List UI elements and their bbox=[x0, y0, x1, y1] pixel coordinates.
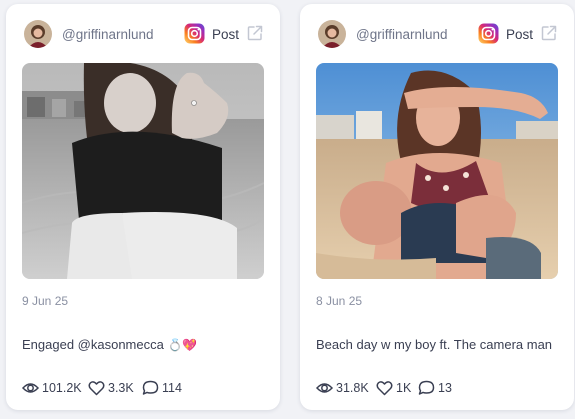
comment-icon bbox=[418, 380, 435, 395]
heart-icon bbox=[376, 381, 393, 396]
post-caption: Beach day w my boy ft. The camera man bbox=[316, 337, 566, 352]
heart-icon bbox=[88, 381, 105, 396]
sparkling-heart-emoji: 💖 bbox=[182, 338, 198, 352]
instagram-icon bbox=[478, 23, 499, 44]
username[interactable]: @griffinarnlund bbox=[62, 27, 154, 42]
avatar[interactable] bbox=[318, 20, 346, 48]
post-caption: Engaged @kasonmecca 💍💖 bbox=[22, 337, 272, 352]
post-image[interactable] bbox=[22, 63, 264, 279]
instagram-icon bbox=[184, 23, 205, 44]
post-header: @griffinarnlund Post bbox=[318, 20, 558, 50]
views-count: 101.2K bbox=[42, 381, 82, 395]
comment-icon bbox=[142, 380, 159, 395]
feed: @griffinarnlund Post 9 Jun 25 Engaged @k… bbox=[0, 0, 575, 419]
post-card[interactable]: @griffinarnlund Post bbox=[300, 4, 574, 410]
post-header: @griffinarnlund Post bbox=[24, 20, 264, 50]
comments-count: 13 bbox=[438, 381, 452, 395]
caption-text: Engaged @kasonmecca bbox=[22, 337, 168, 352]
eye-icon bbox=[22, 383, 39, 393]
views-count: 31.8K bbox=[336, 381, 369, 395]
avatar[interactable] bbox=[24, 20, 52, 48]
post-type-label: Post bbox=[212, 27, 240, 42]
post-type-label: Post bbox=[506, 27, 534, 42]
comments-count: 114 bbox=[162, 381, 182, 395]
post-image[interactable] bbox=[316, 63, 558, 279]
eye-icon bbox=[316, 383, 333, 393]
post-card[interactable]: @griffinarnlund Post bbox=[6, 4, 280, 410]
external-link-icon[interactable] bbox=[246, 24, 264, 42]
caption-text: Beach day w my boy ft. The camera man bbox=[316, 337, 553, 352]
likes-count: 3.3K bbox=[108, 381, 134, 395]
username[interactable]: @griffinarnlund bbox=[356, 27, 448, 42]
post-date: 8 Jun 25 bbox=[316, 294, 363, 308]
likes-count: 1K bbox=[396, 381, 412, 395]
external-link-icon[interactable] bbox=[540, 24, 558, 42]
post-date: 9 Jun 25 bbox=[22, 294, 69, 308]
ring-emoji: 💍 bbox=[167, 338, 183, 352]
